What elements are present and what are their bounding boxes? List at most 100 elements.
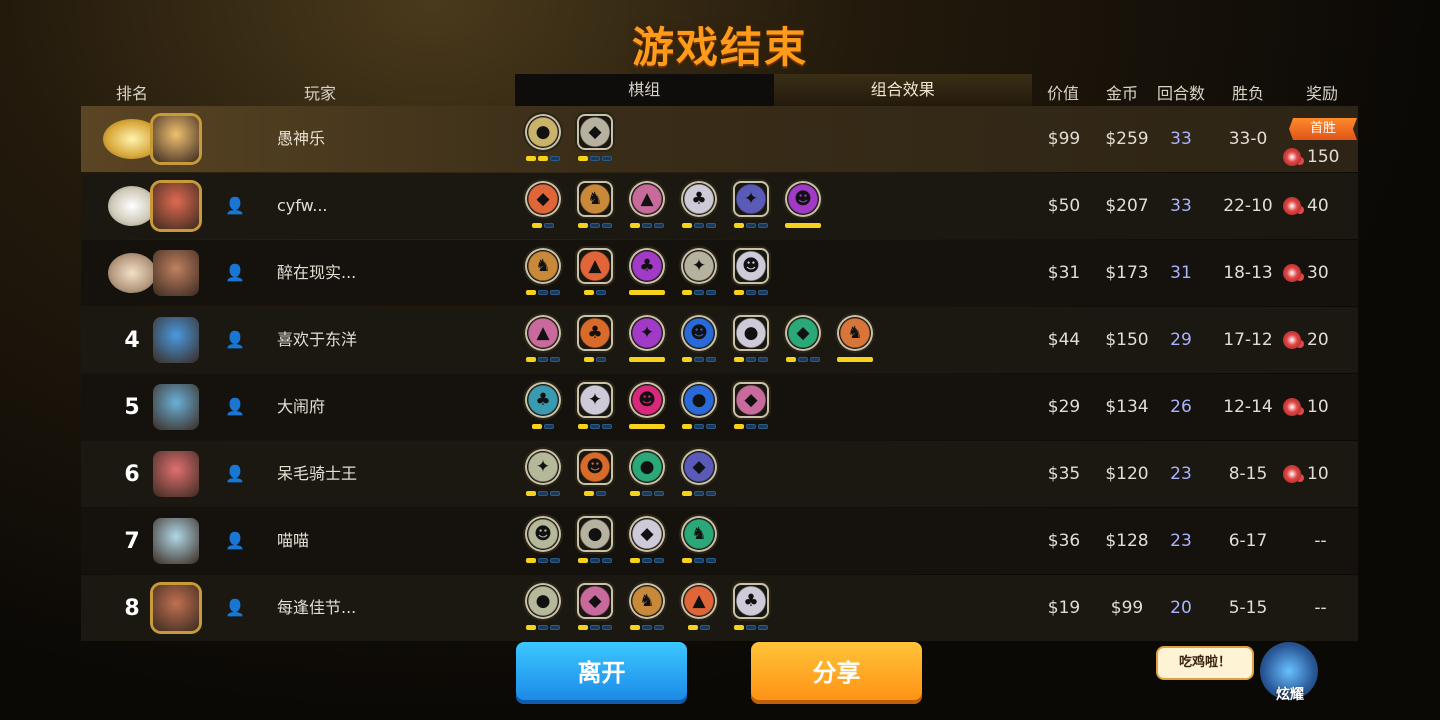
trait-item[interactable]: ◆ — [517, 181, 569, 228]
trait-pip — [746, 290, 756, 295]
trait-item[interactable]: ♣ — [673, 181, 725, 228]
trait-icon: ● — [733, 315, 769, 351]
value-cell: $44 — [1047, 330, 1081, 350]
trait-item[interactable]: ☻ — [517, 516, 569, 563]
trait-item[interactable]: ✦ — [621, 315, 673, 362]
rounds-cell: 31 — [1170, 263, 1192, 283]
trait-item[interactable]: ● — [517, 114, 569, 161]
share-button[interactable]: 分享 — [751, 642, 922, 704]
trait-item[interactable]: ☻ — [621, 382, 673, 429]
tab-pieces[interactable]: 棋组 — [515, 74, 774, 106]
trait-item[interactable]: ◆ — [777, 315, 829, 362]
add-friend-icon[interactable]: 👤 — [224, 463, 246, 485]
trait-pip — [810, 357, 820, 362]
trait-item[interactable]: ☻ — [725, 248, 777, 295]
table-row: 6 👤 呆毛骑士王 ✦ ☻ ● ◆ $35 $120 23 8-15 10 — [81, 441, 1358, 507]
avatar[interactable] — [153, 116, 199, 162]
trait-item[interactable]: ♣ — [569, 315, 621, 362]
trait-item[interactable]: ☻ — [673, 315, 725, 362]
trait-icon: ◆ — [629, 516, 665, 552]
trait-icon: ● — [681, 382, 717, 418]
trait-icon: ◆ — [785, 315, 821, 351]
trait-icon: ✦ — [577, 382, 613, 418]
trait-item[interactable]: ✦ — [517, 449, 569, 496]
trait-item[interactable]: ● — [673, 382, 725, 429]
trait-item[interactable]: ▲ — [569, 248, 621, 295]
trait-icon: ● — [629, 449, 665, 485]
trait-pip — [700, 625, 710, 630]
trait-item[interactable]: ◆ — [621, 516, 673, 563]
trait-level-pips — [682, 424, 716, 429]
trait-item[interactable]: ✦ — [725, 181, 777, 228]
trait-level-pips — [526, 558, 560, 563]
trait-item[interactable]: ✦ — [569, 382, 621, 429]
leave-button[interactable]: 离开 — [516, 642, 687, 704]
trait-item[interactable]: ◆ — [725, 382, 777, 429]
trait-item[interactable]: ♞ — [621, 583, 673, 630]
reward-amount: 40 — [1307, 196, 1329, 216]
add-friend-icon[interactable]: 👤 — [224, 396, 246, 418]
trait-list: ◆ ♞ ▲ ♣ ✦ ☻ — [517, 181, 829, 228]
mascot-label: 炫耀 — [1276, 687, 1304, 703]
bronze-medal-icon — [108, 253, 156, 293]
trait-pip — [734, 625, 744, 630]
add-friend-icon[interactable]: 👤 — [224, 530, 246, 552]
table-row: 5 👤 大闹府 ♣ ✦ ☻ ● ◆ $29 $134 26 12-14 10 — [81, 374, 1358, 440]
trait-item[interactable]: ✦ — [673, 248, 725, 295]
trait-level-pips — [682, 491, 716, 496]
add-friend-icon[interactable]: 👤 — [224, 262, 246, 284]
trait-item[interactable]: ♞ — [569, 181, 621, 228]
avatar[interactable] — [153, 518, 199, 564]
trait-pip — [746, 424, 756, 429]
trait-pip — [544, 223, 554, 228]
trait-level-pips — [734, 290, 768, 295]
trait-item[interactable]: ● — [569, 516, 621, 563]
header-value: 价值 — [1046, 84, 1079, 103]
add-friend-icon[interactable]: 👤 — [224, 597, 246, 619]
trait-icon: ● — [525, 583, 561, 619]
trait-icon: ♞ — [681, 516, 717, 552]
avatar[interactable] — [153, 384, 199, 430]
trait-item[interactable]: ◆ — [569, 583, 621, 630]
trait-item[interactable]: ◆ — [673, 449, 725, 496]
trait-item[interactable]: ♞ — [829, 315, 881, 362]
trait-item[interactable]: ♣ — [517, 382, 569, 429]
trait-item[interactable]: ● — [725, 315, 777, 362]
trait-item[interactable]: ● — [517, 583, 569, 630]
trait-item[interactable]: ☻ — [777, 181, 829, 228]
trait-item[interactable]: ▲ — [673, 583, 725, 630]
tab-synergy[interactable]: 组合效果 — [773, 74, 1032, 106]
trait-icon: ● — [577, 516, 613, 552]
trait-pip — [706, 290, 716, 295]
trait-item[interactable]: ♣ — [621, 248, 673, 295]
trait-item[interactable]: ♞ — [673, 516, 725, 563]
trait-pip — [584, 491, 594, 496]
trait-item[interactable]: ▲ — [517, 315, 569, 362]
avatar[interactable] — [153, 317, 199, 363]
add-friend-icon[interactable]: 👤 — [224, 329, 246, 351]
trait-icon: ◆ — [733, 382, 769, 418]
trait-pip — [694, 357, 704, 362]
avatar[interactable] — [153, 250, 199, 296]
trait-pip — [706, 357, 716, 362]
trait-pip — [526, 491, 536, 496]
reward-cell: 10 — [1283, 441, 1358, 507]
trait-pip — [590, 625, 600, 630]
avatar[interactable] — [153, 183, 199, 229]
player-name: 大闹府 — [277, 397, 326, 416]
trait-item[interactable]: ☻ — [569, 449, 621, 496]
trait-item[interactable]: ♣ — [725, 583, 777, 630]
trait-pip — [526, 625, 536, 630]
trait-pip — [758, 223, 768, 228]
trait-item[interactable]: ◆ — [569, 114, 621, 161]
add-friend-icon[interactable]: 👤 — [224, 195, 246, 217]
trait-item[interactable]: ▲ — [621, 181, 673, 228]
trait-item[interactable]: ♞ — [517, 248, 569, 295]
reward-cell: 20 — [1283, 307, 1358, 373]
avatar[interactable] — [153, 585, 199, 631]
rounds-cell: 33 — [1170, 196, 1192, 216]
winloss-cell: 5-15 — [1228, 598, 1268, 618]
avatar[interactable] — [153, 451, 199, 497]
trait-item[interactable]: ● — [621, 449, 673, 496]
trait-pip — [538, 156, 548, 161]
